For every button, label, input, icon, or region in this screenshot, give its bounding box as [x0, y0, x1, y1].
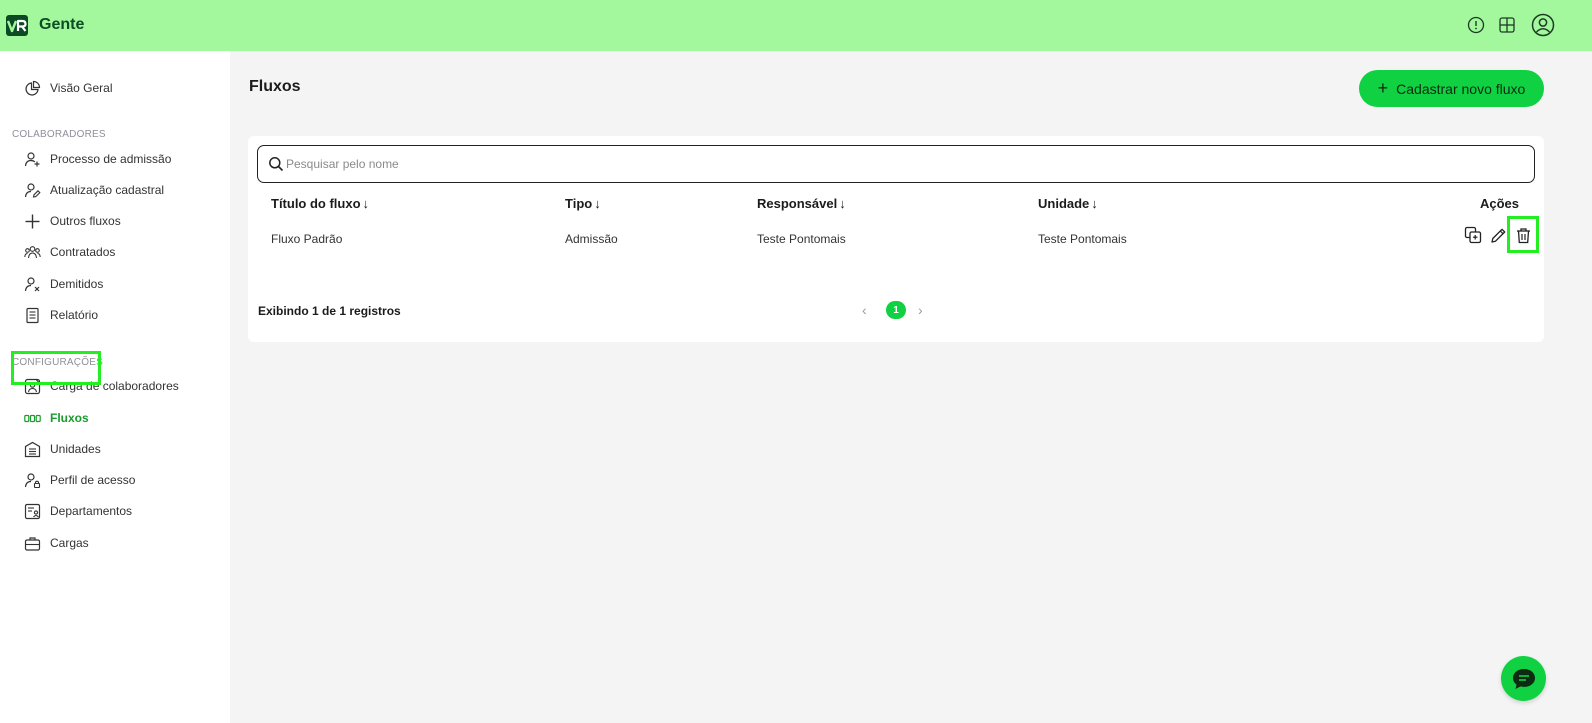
- new-flow-button-label: Cadastrar novo fluxo: [1396, 80, 1526, 97]
- search-input[interactable]: [286, 157, 1486, 171]
- sidebar-item-processo-de-admissao[interactable]: Processo de admissão: [24, 147, 171, 171]
- sidebar-item-contratados[interactable]: Contratados: [24, 240, 115, 264]
- user-remove-icon: [24, 276, 41, 293]
- sidebar-item-label: Unidades: [50, 442, 101, 456]
- sidebar-item-atualizacao-cadastral[interactable]: Atualização cadastral: [24, 178, 164, 202]
- cell-unit: Teste Pontomais: [1038, 232, 1127, 246]
- pie-chart-icon: [24, 80, 41, 97]
- sidebar-item-label: Cargas: [50, 536, 89, 550]
- sidebar-item-perfil-de-acesso[interactable]: Perfil de acesso: [24, 468, 135, 492]
- department-icon: [24, 503, 41, 520]
- section-title-configuracoes: CONFIGURAÇÕES: [12, 357, 103, 368]
- column-header-titulo[interactable]: Título do fluxo ↓: [271, 196, 369, 211]
- sort-arrow-icon: ↓: [594, 196, 601, 211]
- sidebar-item-label: Visão Geral: [50, 81, 113, 95]
- sidebar-item-departamentos[interactable]: Departamentos: [24, 499, 132, 523]
- sidebar-item-relatorio[interactable]: Relatório: [24, 303, 98, 327]
- plus-icon: [24, 213, 41, 230]
- sidebar-item-label: Carga de colaboradores: [50, 379, 179, 393]
- sidebar-item-demitidos[interactable]: Demitidos: [24, 272, 103, 296]
- column-header-unidade[interactable]: Unidade ↓: [1038, 196, 1098, 211]
- section-title-colaboradores: COLABORADORES: [12, 129, 106, 140]
- chat-button[interactable]: [1501, 656, 1546, 701]
- briefcase-icon: [24, 535, 41, 552]
- users-group-icon: [24, 244, 41, 261]
- sidebar-item-label: Contratados: [50, 245, 116, 259]
- user-account-icon[interactable]: [1531, 13, 1555, 37]
- column-header-acoes: Ações: [1480, 196, 1520, 211]
- apps-grid-icon[interactable]: [1497, 15, 1517, 35]
- search-box[interactable]: [257, 145, 1535, 183]
- cell-type: Admissão: [565, 232, 618, 246]
- search-icon: [269, 157, 284, 172]
- sort-arrow-icon: ↓: [839, 196, 846, 211]
- sort-arrow-icon: ↓: [1091, 196, 1098, 211]
- pagination-page-1[interactable]: 1: [886, 301, 906, 319]
- sidebar-item-label: Processo de admissão: [50, 152, 172, 166]
- new-flow-button[interactable]: + Cadastrar novo fluxo: [1359, 70, 1544, 107]
- sidebar-item-unidades[interactable]: Unidades: [24, 437, 101, 461]
- sidebar-item-label: Outros fluxos: [50, 214, 121, 228]
- pagination-prev-button[interactable]: ‹: [862, 302, 867, 318]
- user-lock-icon: [24, 472, 41, 489]
- page-title: Fluxos: [249, 78, 301, 95]
- sidebar-item-label: Relatório: [50, 308, 99, 322]
- trash-icon[interactable]: [1512, 224, 1534, 246]
- sidebar-item-label: Atualização cadastral: [50, 183, 165, 197]
- sort-arrow-icon: ↓: [362, 196, 370, 211]
- sidebar-item-label: Fluxos: [50, 411, 89, 425]
- cell-title: Fluxo Padrão: [271, 232, 343, 246]
- sidebar: Visão Geral COLABORADORES Processo de ad…: [0, 51, 230, 723]
- sidebar-item-cargas[interactable]: Cargas: [24, 531, 89, 555]
- sidebar-item-visao-geral[interactable]: Visão Geral: [24, 76, 112, 100]
- sidebar-item-label: Departamentos: [50, 504, 133, 518]
- top-bar: Gente: [0, 0, 1592, 51]
- user-add-icon: [24, 151, 41, 168]
- app-name: Gente: [39, 16, 85, 33]
- vr-logo-icon: [7, 19, 27, 32]
- edit-icon[interactable]: [1487, 224, 1509, 246]
- duplicate-icon[interactable]: [1462, 224, 1484, 246]
- sidebar-item-outros-fluxos[interactable]: Outros fluxos: [24, 209, 121, 233]
- sidebar-item-label: Demitidos: [50, 277, 104, 291]
- column-header-tipo[interactable]: Tipo ↓: [565, 196, 601, 211]
- user-edit-icon: [24, 182, 41, 199]
- chat-icon: [1512, 668, 1535, 689]
- column-header-responsavel[interactable]: Responsável ↓: [757, 196, 846, 211]
- flows-table-card: Título do fluxo↓ Tipo↓ Responsável↓ Unid…: [248, 136, 1544, 342]
- report-icon: [24, 307, 41, 324]
- upload-users-icon: [24, 378, 41, 395]
- cell-responsible: Teste Pontomais: [757, 232, 846, 246]
- pagination-next-button[interactable]: ›: [918, 302, 923, 318]
- flow-icon: [24, 410, 41, 427]
- plus-icon: +: [1377, 77, 1389, 98]
- info-icon[interactable]: [1466, 15, 1486, 35]
- building-icon: [24, 441, 41, 458]
- sidebar-item-carga-de-colaboradores[interactable]: Carga de colaboradores: [24, 374, 179, 398]
- sidebar-item-label: Perfil de acesso: [50, 473, 136, 487]
- vr-logo[interactable]: [6, 15, 28, 36]
- records-count: Exibindo 1 de 1 registros: [258, 304, 401, 318]
- sidebar-item-fluxos[interactable]: Fluxos: [24, 406, 89, 430]
